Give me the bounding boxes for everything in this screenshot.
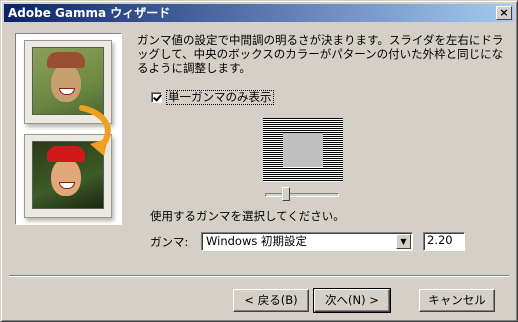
- gamma-select-value: Windows 初期設定: [206, 234, 307, 248]
- title-bar[interactable]: Adobe Gamma ウィザード ×: [4, 4, 514, 22]
- gamma-slider[interactable]: [263, 187, 341, 203]
- close-icon: ×: [499, 6, 509, 19]
- gamma-select[interactable]: Windows 初期設定 ▼: [201, 232, 413, 251]
- dialog-window: Adobe Gamma ウィザード × ガンマ値の設定で中間調の明るさが決まりま…: [0, 0, 518, 322]
- single-gamma-label[interactable]: 単一ガンマのみ表示: [166, 89, 274, 105]
- dropdown-arrow-icon[interactable]: ▼: [396, 234, 411, 249]
- gamma-center-swatch: [283, 133, 323, 167]
- close-button[interactable]: ×: [496, 6, 512, 20]
- cancel-button[interactable]: キャンセル: [419, 289, 495, 312]
- slider-thumb[interactable]: [281, 187, 290, 201]
- select-gamma-prompt: 使用するガンマを選択してください。: [150, 209, 345, 223]
- gamma-label: ガンマ:: [150, 235, 189, 249]
- gamma-pattern-box: [263, 118, 343, 182]
- single-gamma-checkbox[interactable]: 単一ガンマのみ表示: [151, 89, 274, 105]
- divider: [9, 275, 509, 277]
- back-button[interactable]: < 戻る(B): [233, 289, 309, 312]
- instruction-text: ガンマ値の設定で中間調の明るさが決まります。スライダを左右にドラッグして、中央の…: [137, 33, 504, 75]
- gamma-illustration: [15, 33, 122, 225]
- slider-track[interactable]: [265, 193, 339, 197]
- next-button[interactable]: 次へ(N) >: [313, 288, 391, 313]
- arrow-down-icon: [79, 105, 111, 156]
- checkmark-icon[interactable]: [151, 91, 162, 103]
- window-title: Adobe Gamma ウィザード: [8, 6, 171, 20]
- gamma-value-field[interactable]: 2.20: [423, 232, 465, 251]
